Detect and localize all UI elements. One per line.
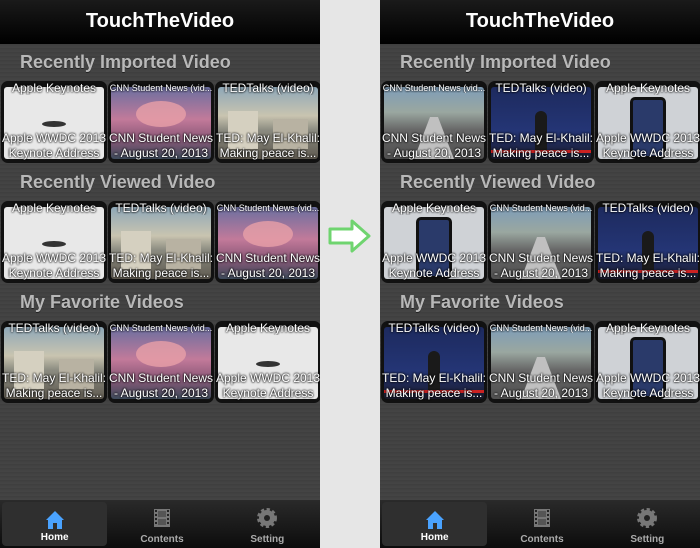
video-card[interactable]: TEDTalks (video) TED: May El-Khalil: Maki… [108, 201, 214, 283]
tab-label: Setting [250, 534, 285, 545]
video-category: CNN Student News (vid... [216, 203, 320, 213]
video-title: CNN Student News - August 20, 2013 [488, 371, 594, 400]
video-card[interactable]: Apple Keynotes Apple WWDC 2013 Keynote Ad… [1, 81, 107, 163]
video-title: TED: May El-Khalil: Making peace is... [488, 131, 594, 160]
section-title-imported: Recently Imported Video [20, 52, 231, 72]
section-title-viewed: Recently Viewed Video [20, 172, 216, 192]
video-title: TED: May El-Khalil: Making peace is... [215, 131, 320, 160]
tab-contents[interactable]: Contents [489, 500, 594, 548]
tab-setting[interactable]: Setting [215, 500, 320, 548]
arrow-right-icon [328, 219, 371, 253]
video-row-viewed: Apple Keynotes Apple WWDC 2013 Keynote Ad… [0, 201, 320, 283]
video-card[interactable]: Apple Keynotes Apple WWDC 2013 Keynote Ad… [595, 321, 700, 403]
video-category: Apple Keynotes [605, 321, 691, 335]
video-row-imported: CNN Student News (vid... CNN Student New… [380, 81, 700, 163]
video-title: CNN Student News - August 20, 2013 [381, 131, 487, 160]
video-category: CNN Student News (vid... [109, 323, 213, 333]
video-title: Apple WWDC 2013 Keynote Address [381, 251, 487, 280]
tab-bar: Home Contents Setting [380, 500, 700, 548]
video-title: Apple WWDC 2013 Keynote Address [1, 251, 107, 280]
video-category: Apple Keynotes [225, 321, 311, 335]
video-category: TEDTalks (video) [602, 201, 694, 215]
video-title: CNN Student News - August 20, 2013 [488, 251, 594, 280]
video-row-favorites: TEDTalks (video) TED: May El-Khalil: Maki… [380, 321, 700, 403]
video-category: CNN Student News (vid... [382, 83, 486, 93]
video-card[interactable]: TEDTalks (video) TED: May El-Khalil: Maki… [215, 81, 320, 163]
video-card[interactable]: CNN Student News (vid... CNN Student New… [488, 201, 594, 283]
video-card[interactable]: TEDTalks (video) TED: May El-Khalil: Maki… [488, 81, 594, 163]
video-category: TEDTalks (video) [495, 81, 587, 95]
video-title: Apple WWDC 2013 Keynote Address [595, 371, 700, 400]
section-title-viewed: Recently Viewed Video [400, 172, 596, 192]
video-card[interactable]: TEDTalks (video) TED: May El-Khalil: Maki… [1, 321, 107, 403]
video-category: TEDTalks (video) [222, 81, 314, 95]
tab-setting[interactable]: Setting [595, 500, 700, 548]
tab-bar: Home Contents Setting [0, 500, 320, 548]
video-row-favorites: TEDTalks (video) TED: May El-Khalil: Maki… [0, 321, 320, 403]
film-icon [533, 509, 550, 527]
video-category: Apple Keynotes [11, 81, 97, 95]
video-card[interactable]: TEDTalks (video) TED: May El-Khalil: Maki… [595, 201, 700, 283]
nav-bar: TouchTheVideo [0, 0, 320, 44]
tab-label: Setting [630, 534, 665, 545]
tab-home[interactable]: Home [2, 502, 108, 546]
video-title: CNN Student News - August 20, 2013 [108, 131, 214, 160]
video-category: Apple Keynotes [605, 81, 691, 95]
video-row-viewed: Apple Keynotes Apple WWDC 2013 Keynote Ad… [380, 201, 700, 283]
video-title: Apple WWDC 2013 Keynote Address [215, 371, 320, 400]
tab-home[interactable]: Home [382, 502, 488, 546]
video-category: CNN Student News (vid... [109, 83, 213, 93]
video-title: TED: May El-Khalil: Making peace is... [108, 251, 214, 280]
video-category: CNN Student News (vid... [489, 323, 593, 333]
tab-label: Home [420, 532, 449, 543]
tab-label: Contents [520, 534, 564, 545]
section-title-favorites: My Favorite Videos [20, 292, 184, 312]
video-category: TEDTalks (video) [115, 201, 207, 215]
video-title: Apple WWDC 2013 Keynote Address [595, 131, 700, 160]
video-title: TED: May El-Khalil: Making peace is... [1, 371, 107, 400]
video-title: Apple WWDC 2013 Keynote Address [1, 131, 107, 160]
video-card[interactable]: TEDTalks (video) TED: May El-Khalil: Maki… [381, 321, 487, 403]
video-card[interactable]: CNN Student News (vid... CNN Student New… [488, 321, 594, 403]
section-title-imported: Recently Imported Video [400, 52, 611, 72]
video-category: TEDTalks (video) [8, 321, 100, 335]
video-card[interactable]: Apple Keynotes Apple WWDC 2013 Keynote Ad… [215, 321, 320, 403]
gear-icon [637, 508, 658, 528]
home-icon [45, 511, 64, 529]
gear-icon [257, 508, 278, 528]
tab-label: Home [40, 532, 69, 543]
video-card[interactable]: Apple Keynotes Apple WWDC 2013 Keynote Ad… [381, 201, 487, 283]
home-icon [425, 511, 444, 529]
app-title: TouchTheVideo [465, 10, 615, 32]
video-card[interactable]: CNN Student News (vid... CNN Student New… [108, 81, 214, 163]
video-title: CNN Student News - August 20, 2013 [108, 371, 214, 400]
nav-bar: TouchTheVideo [380, 0, 700, 44]
video-category: Apple Keynotes [11, 201, 97, 215]
video-card[interactable]: Apple Keynotes Apple WWDC 2013 Keynote Ad… [595, 81, 700, 163]
tab-label: Contents [140, 534, 184, 545]
video-card[interactable]: CNN Student News (vid... CNN Student New… [215, 201, 320, 283]
tab-contents[interactable]: Contents [109, 500, 214, 548]
video-card[interactable]: Apple Keynotes Apple WWDC 2013 Keynote Ad… [1, 201, 107, 283]
app-title: TouchTheVideo [85, 10, 235, 32]
film-icon [153, 509, 170, 527]
video-card[interactable]: CNN Student News (vid... CNN Student New… [381, 81, 487, 163]
video-title: TED: May El-Khalil: Making peace is... [381, 371, 487, 400]
video-title: TED: May El-Khalil: Making peace is... [595, 251, 700, 280]
video-category: Apple Keynotes [391, 201, 477, 215]
video-card[interactable]: CNN Student News (vid... CNN Student New… [108, 321, 214, 403]
video-row-imported: Apple Keynotes Apple WWDC 2013 Keynote Ad… [0, 81, 320, 163]
video-title: CNN Student News - August 20, 2013 [215, 251, 320, 280]
phone-screen-after: TouchTheVideo Recently Imported Video CN… [380, 0, 700, 548]
video-category: TEDTalks (video) [388, 321, 480, 335]
video-category: CNN Student News (vid... [489, 203, 593, 213]
phone-screen-before: TouchTheVideo Recently Imported Video Ap… [0, 0, 320, 548]
section-title-favorites: My Favorite Videos [400, 292, 564, 312]
